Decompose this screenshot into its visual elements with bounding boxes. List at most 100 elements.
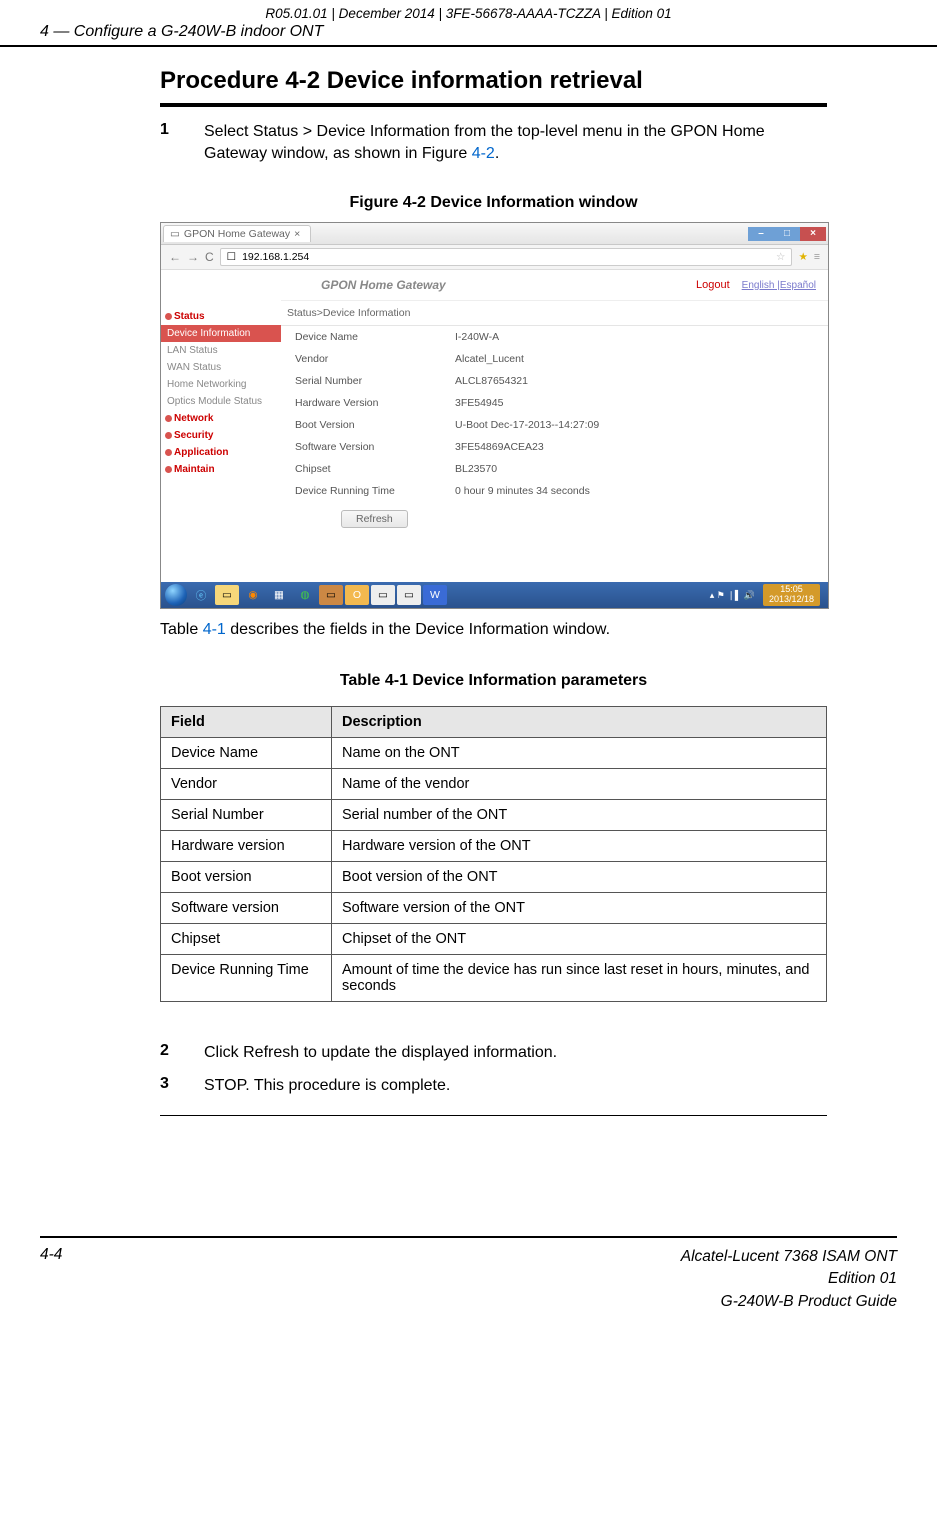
step-number: 3 — [160, 1075, 204, 1097]
table-ref-link[interactable]: 4-1 — [203, 621, 226, 638]
step-text: STOP. This procedure is complete. — [204, 1075, 827, 1097]
table-row: VendorName of the vendor — [161, 768, 827, 799]
url-text: 192.168.1.254 — [242, 251, 309, 263]
table-row: Boot versionBoot version of the ONT — [161, 861, 827, 892]
cell-desc: Serial number of the ONT — [332, 799, 827, 830]
table-row: ChipsetChipset of the ONT — [161, 923, 827, 954]
info-value: 0 hour 9 minutes 34 seconds — [455, 485, 590, 497]
info-value: BL23570 — [455, 463, 497, 475]
step-text: Click Refresh to update the displayed in… — [204, 1042, 827, 1064]
window-titlebar: ▭ GPON Home Gateway × – □ × — [161, 223, 828, 245]
sidebar-maintain[interactable]: Maintain — [161, 461, 281, 478]
info-value: 3FE54945 — [455, 397, 503, 409]
sidebar-status[interactable]: Status — [161, 308, 281, 325]
forward-icon[interactable]: → — [187, 250, 199, 264]
start-button[interactable] — [165, 584, 187, 606]
minimize-button[interactable]: – — [748, 227, 774, 241]
bullet-icon — [165, 313, 172, 320]
sidebar: Status Device Information LAN Status WAN… — [161, 270, 281, 532]
sidebar-home-net[interactable]: Home Networking — [161, 376, 281, 393]
logout-link[interactable]: Logout — [696, 279, 730, 291]
explorer-icon[interactable]: ▭ — [215, 585, 239, 605]
th-field: Field — [161, 706, 332, 737]
tray-icons[interactable]: ▴ ⚑ ❘▌ 🔊 — [710, 590, 755, 601]
step-3: 3 STOP. This procedure is complete. — [160, 1075, 827, 1097]
clock[interactable]: 15:05 2013/12/18 — [763, 584, 820, 606]
menu-icon[interactable]: ≡ — [814, 251, 820, 263]
lang-espanol[interactable]: Español — [780, 280, 816, 291]
app-icon[interactable]: ▭ — [371, 585, 395, 605]
sidebar-device-info[interactable]: Device Information — [161, 325, 281, 342]
taskbar: ⓔ ▭ ◉ ▦ ◍ ▭ O ▭ ▭ W ▴ ⚑ ❘▌ 🔊 15:05 2013/… — [161, 582, 828, 608]
step-text: Select Status > Device Information from … — [204, 121, 827, 164]
clock-date: 2013/12/18 — [769, 595, 814, 605]
info-key: Vendor — [295, 353, 455, 365]
footer-line: G-240W-B Product Guide — [681, 1291, 897, 1313]
info-value: U-Boot Dec-17-2013--14:27:09 — [455, 419, 599, 431]
cell-desc: Name of the vendor — [332, 768, 827, 799]
chrome-icon[interactable]: ◍ — [293, 585, 317, 605]
info-row: Serial NumberALCL87654321 — [281, 370, 828, 392]
cell-desc: Name on the ONT — [332, 737, 827, 768]
bullet-icon — [165, 449, 172, 456]
bullet-icon — [165, 466, 172, 473]
info-key: Chipset — [295, 463, 455, 475]
info-value: ALCL87654321 — [455, 375, 528, 387]
bullet-icon — [165, 415, 172, 422]
info-key: Device Name — [295, 331, 455, 343]
sidebar-network[interactable]: Network — [161, 410, 281, 427]
rule — [160, 103, 827, 107]
favorite-icon[interactable]: ★ — [798, 251, 807, 263]
sidebar-optics[interactable]: Optics Module Status — [161, 393, 281, 410]
sidebar-application[interactable]: Application — [161, 444, 281, 461]
sidebar-wan[interactable]: WAN Status — [161, 359, 281, 376]
info-key: Software Version — [295, 441, 455, 453]
bookmark-icon[interactable]: ☆ — [776, 251, 785, 263]
info-row: Device NameI-240W-A — [281, 326, 828, 348]
lang-english[interactable]: English — [742, 280, 775, 291]
figure-ref-link[interactable]: 4-2 — [472, 145, 495, 162]
info-value: I-240W-A — [455, 331, 499, 343]
params-table: Field Description Device NameName on the… — [160, 706, 827, 1002]
table-row: Software versionSoftware version of the … — [161, 892, 827, 923]
url-input[interactable]: ☐ 192.168.1.254 ☆ — [220, 248, 793, 266]
app-icon[interactable]: ▭ — [397, 585, 421, 605]
info-row: VendorAlcatel_Lucent — [281, 348, 828, 370]
table-row: Device NameName on the ONT — [161, 737, 827, 768]
app-icon[interactable]: ▦ — [267, 585, 291, 605]
back-icon[interactable]: ← — [169, 250, 181, 264]
page-icon: ▭ — [170, 228, 180, 240]
sidebar-lan[interactable]: LAN Status — [161, 342, 281, 359]
cell-field: Hardware version — [161, 830, 332, 861]
text: . — [495, 145, 499, 162]
main-pane: GPON Home Gateway Logout English |Españo… — [281, 270, 828, 532]
info-key: Device Running Time — [295, 485, 455, 497]
cell-field: Chipset — [161, 923, 332, 954]
ie-icon[interactable]: ⓔ — [189, 585, 213, 605]
table-caption: Table 4-1 Device Information parameters — [160, 672, 827, 690]
firefox-icon[interactable]: ◉ — [241, 585, 265, 605]
cell-field: Device Running Time — [161, 954, 332, 1001]
info-key: Hardware Version — [295, 397, 455, 409]
tab-label: GPON Home Gateway — [184, 228, 290, 240]
close-button[interactable]: × — [800, 227, 826, 241]
reload-icon[interactable]: C — [205, 250, 214, 264]
cell-field: Software version — [161, 892, 332, 923]
brand-title: GPON Home Gateway — [281, 278, 446, 292]
word-icon[interactable]: W — [423, 585, 447, 605]
sidebar-security[interactable]: Security — [161, 427, 281, 444]
bullet-icon — [165, 432, 172, 439]
refresh-button[interactable]: Refresh — [341, 510, 408, 528]
site-icon: ☐ — [227, 251, 236, 263]
close-icon[interactable]: × — [294, 228, 300, 240]
table-row: Hardware versionHardware version of the … — [161, 830, 827, 861]
cell-field: Vendor — [161, 768, 332, 799]
label: Application — [174, 447, 228, 458]
outlook-icon[interactable]: O — [345, 585, 369, 605]
step-number: 1 — [160, 121, 204, 164]
maximize-button[interactable]: □ — [774, 227, 800, 241]
browser-tab[interactable]: ▭ GPON Home Gateway × — [163, 225, 311, 242]
info-value: Alcatel_Lucent — [455, 353, 524, 365]
address-bar: ← → C ☐ 192.168.1.254 ☆ ★ ≡ — [161, 245, 828, 270]
app-icon[interactable]: ▭ — [319, 585, 343, 605]
